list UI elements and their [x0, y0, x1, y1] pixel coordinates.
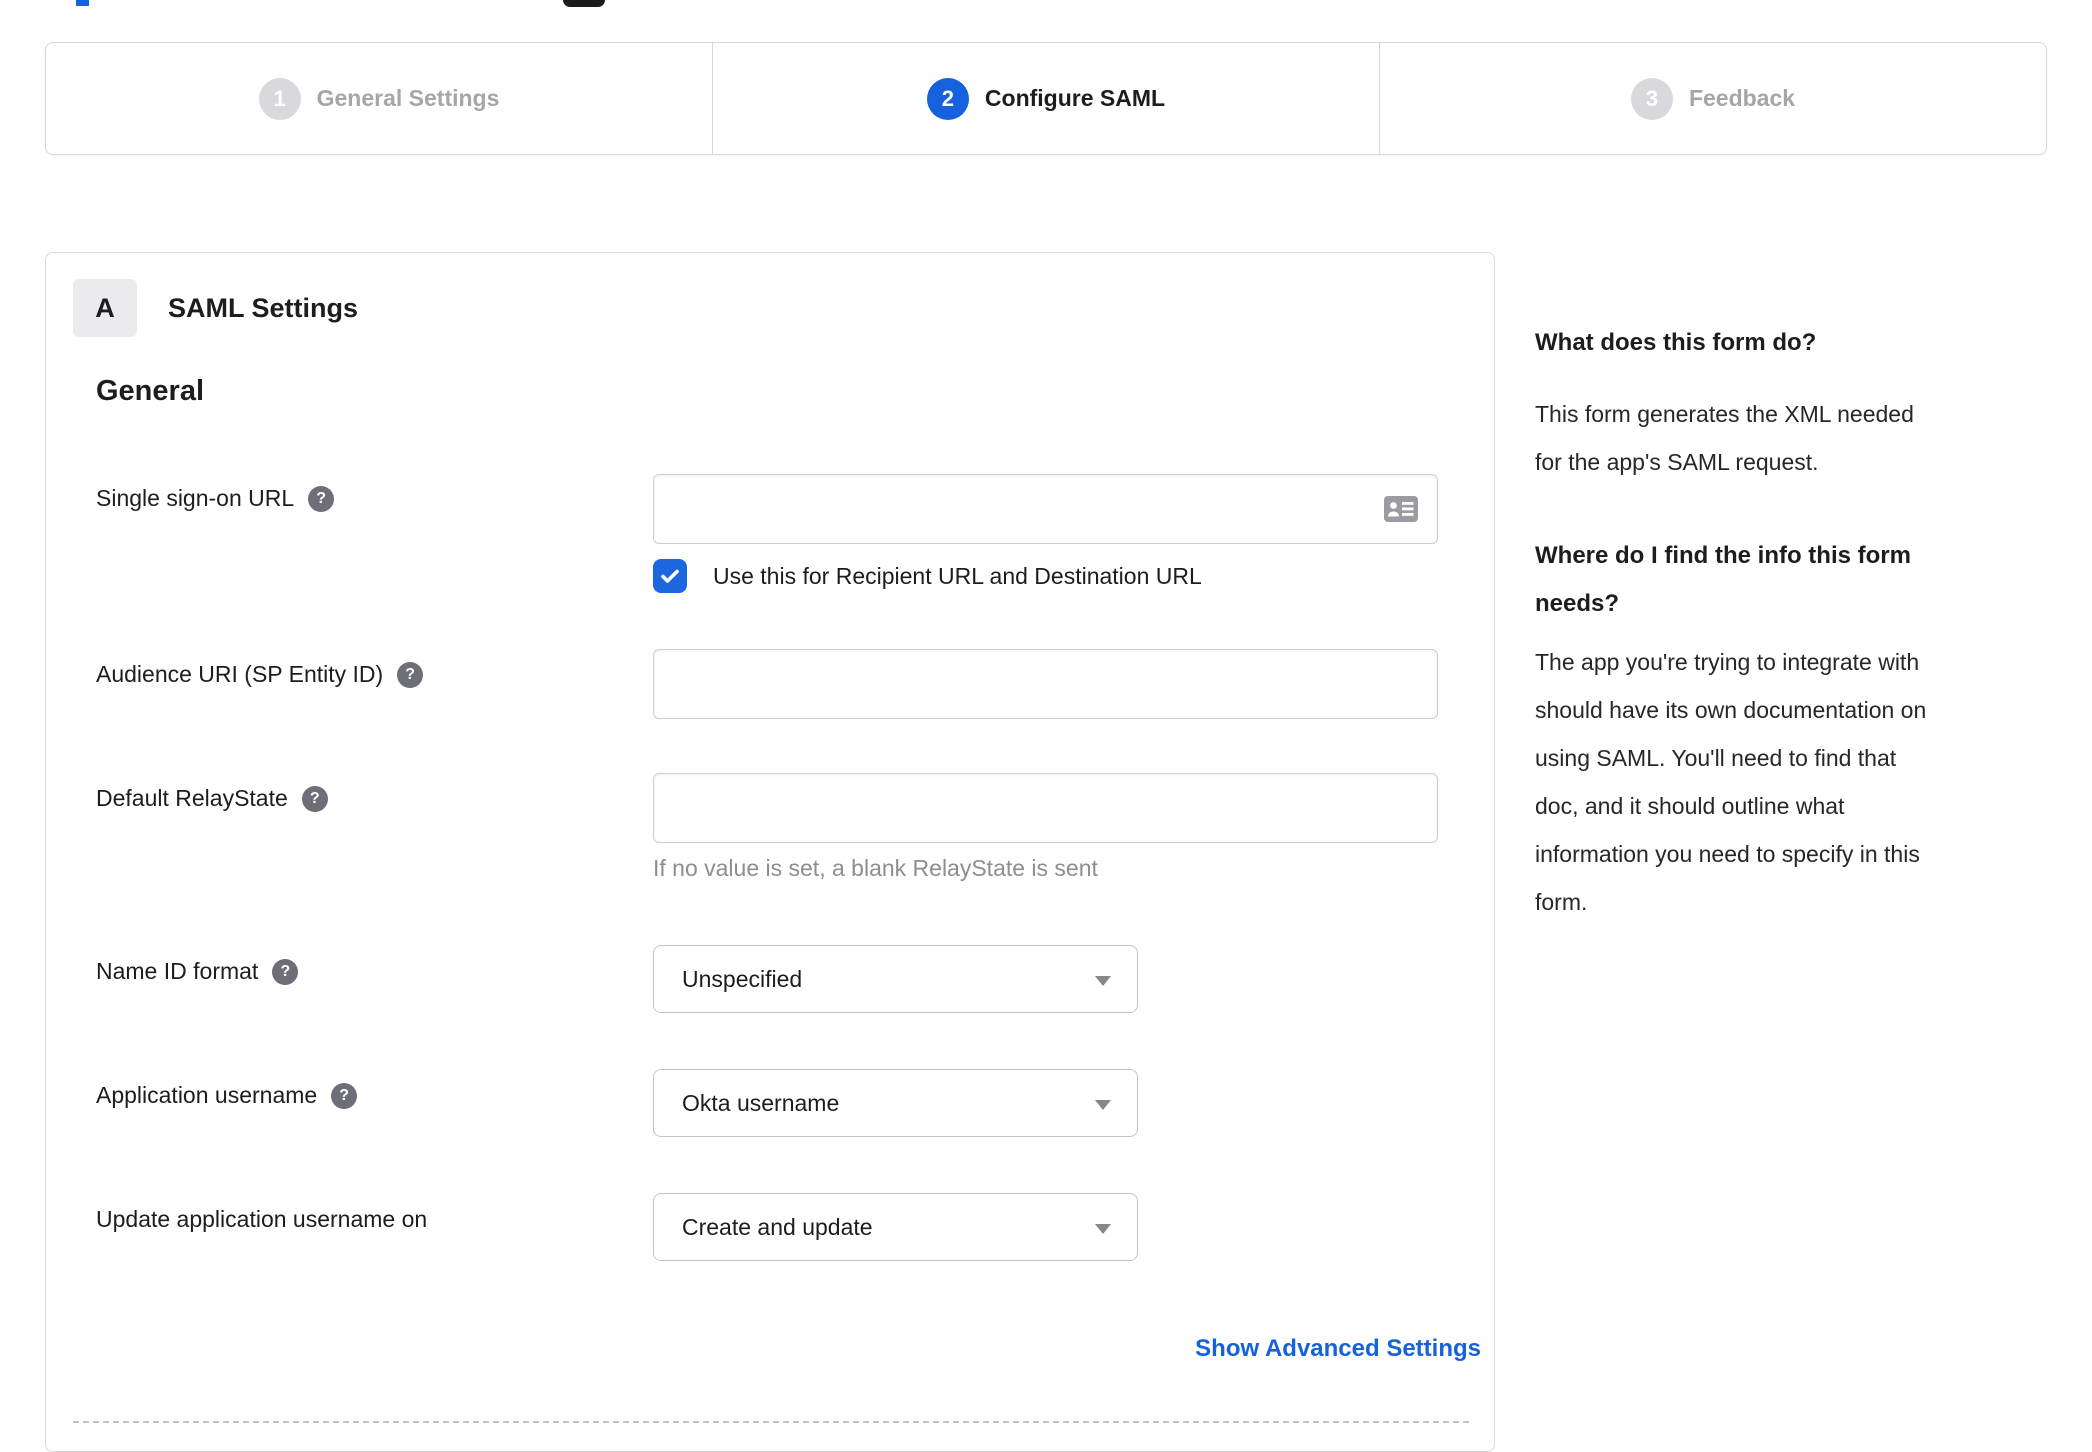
relay-state-input[interactable] [653, 773, 1438, 843]
relay-state-label: Default RelayState [96, 785, 288, 811]
step-1-number-badge: 1 [258, 77, 301, 120]
app-username-label-row: Application username ? [96, 1082, 358, 1109]
sidebar-answer-1: This form generates the XML needed for t… [1535, 401, 1914, 475]
help-sidebar: What does this form do? This form genera… [1535, 326, 2005, 926]
step-1-label: General Settings [316, 85, 500, 111]
step-2-label: Configure SAML [984, 85, 1166, 111]
update-username-value: Create and update [682, 1213, 873, 1240]
name-id-format-label: Name ID format [96, 958, 259, 984]
step-2-number-badge: 2 [926, 77, 969, 120]
sso-url-label: Single sign-on URL [96, 485, 295, 511]
wizard-stepper: 1 General Settings 2 Configure SAML 3 Fe… [45, 42, 2047, 155]
panel-dashed-divider [73, 1421, 1469, 1423]
step-general-settings[interactable]: 1 General Settings [46, 43, 713, 154]
help-icon[interactable]: ? [331, 1082, 358, 1109]
app-username-select[interactable]: Okta username [653, 1069, 1138, 1137]
relay-state-hint: If no value is set, a blank RelayState i… [653, 855, 1098, 881]
help-icon[interactable]: ? [272, 958, 299, 985]
sso-url-checkbox-row: Use this for Recipient URL and Destinati… [653, 559, 1202, 593]
update-username-label: Update application username on [96, 1206, 428, 1232]
step-feedback[interactable]: 3 Feedback [1380, 43, 2046, 154]
step-configure-saml[interactable]: 2 Configure SAML [713, 43, 1380, 154]
update-username-label-row: Update application username on [96, 1206, 427, 1233]
contact-card-icon[interactable] [1384, 496, 1418, 522]
dropdown-arrow-icon [1095, 1224, 1111, 1234]
dropdown-arrow-icon [1095, 1100, 1111, 1110]
general-section-heading: General [96, 375, 204, 407]
dropdown-arrow-icon [1095, 976, 1111, 986]
step-3-number-badge: 3 [1630, 77, 1673, 120]
panel-header: A SAML Settings [73, 279, 358, 337]
step-3-label: Feedback [1688, 85, 1796, 111]
sso-url-label-row: Single sign-on URL ? [96, 485, 335, 512]
checkmark-icon [661, 569, 679, 583]
app-username-value: Okta username [682, 1089, 840, 1116]
name-id-format-select[interactable]: Unspecified [653, 945, 1138, 1013]
app-username-label: Application username [96, 1082, 318, 1108]
sidebar-question-1: What does this form do? [1535, 329, 1817, 356]
header-logo-fragment [76, 0, 89, 6]
sso-url-input-wrap [653, 474, 1438, 544]
sso-url-input[interactable] [653, 474, 1438, 544]
update-username-select[interactable]: Create and update [653, 1193, 1138, 1261]
sidebar-answer-2: The app you're trying to integrate with … [1535, 649, 1927, 915]
header-icon-fragment [563, 0, 605, 7]
name-id-format-value: Unspecified [682, 965, 803, 992]
audience-uri-label-row: Audience URI (SP Entity ID) ? [96, 661, 424, 688]
relay-state-label-row: Default RelayState ? [96, 785, 328, 812]
panel-title: SAML Settings [168, 292, 359, 323]
help-icon[interactable]: ? [308, 485, 335, 512]
recipient-url-checkbox[interactable] [653, 559, 687, 593]
sidebar-question-2: Where do I find the info this form needs… [1535, 542, 1911, 617]
name-id-format-label-row: Name ID format ? [96, 958, 299, 985]
show-advanced-settings-link[interactable]: Show Advanced Settings [1195, 1335, 1481, 1363]
saml-settings-panel: A SAML Settings General Single sign-on U… [45, 252, 1495, 1452]
help-icon[interactable]: ? [301, 785, 328, 812]
help-icon[interactable]: ? [397, 661, 424, 688]
section-a-badge: A [73, 279, 137, 337]
recipient-url-checkbox-label: Use this for Recipient URL and Destinati… [713, 562, 1202, 589]
audience-uri-input[interactable] [653, 649, 1438, 719]
audience-uri-label: Audience URI (SP Entity ID) [96, 661, 384, 687]
